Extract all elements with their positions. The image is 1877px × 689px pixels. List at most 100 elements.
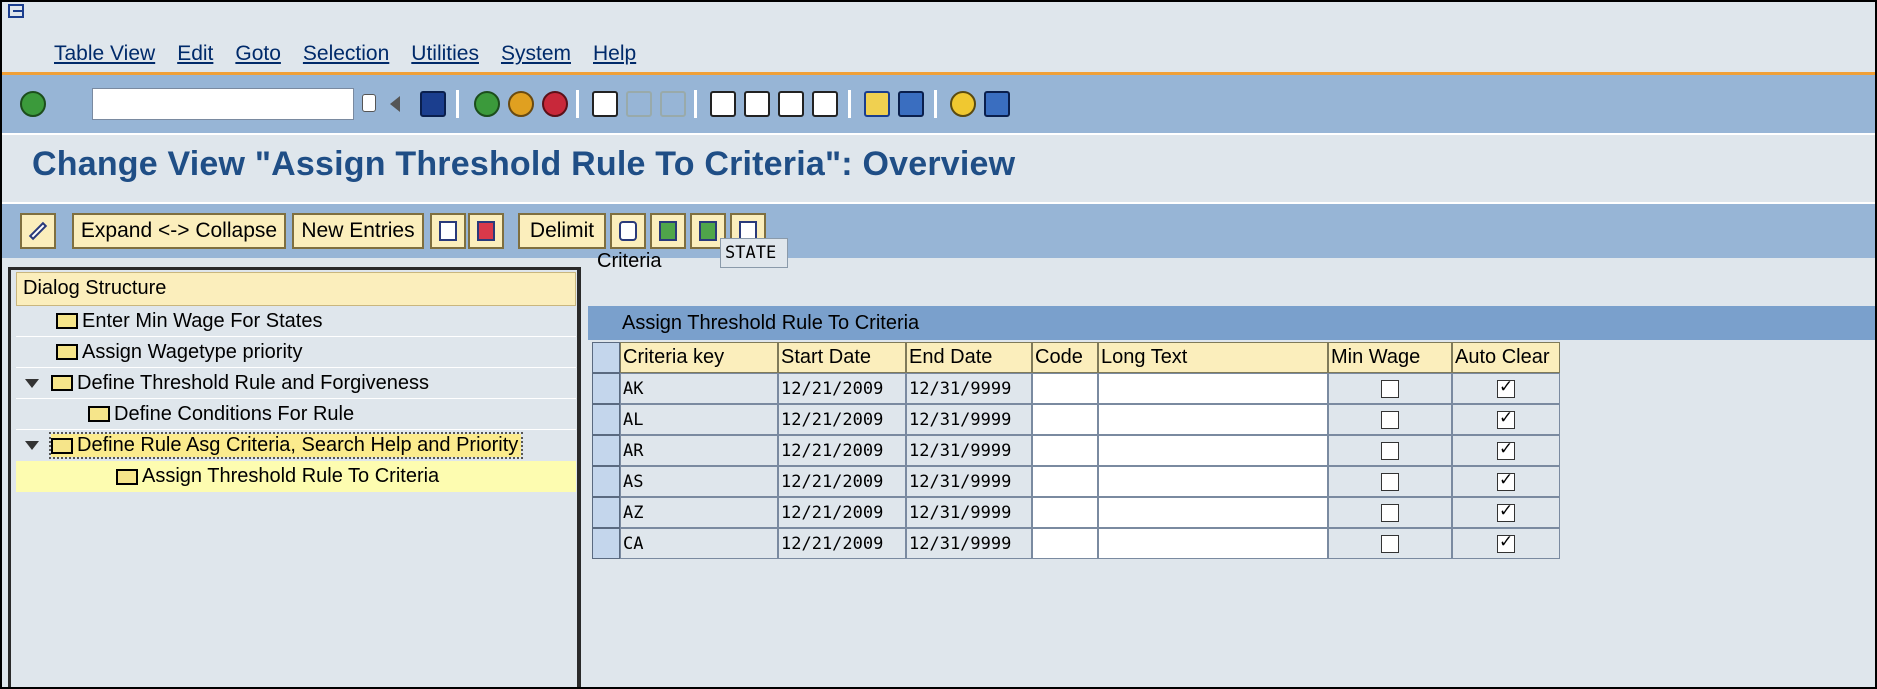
select-all-rows-button[interactable] (592, 342, 620, 373)
back-arrow-icon[interactable] (390, 96, 400, 112)
command-field[interactable] (92, 88, 354, 120)
cell-auto-clear (1452, 404, 1560, 435)
menu-system[interactable]: System (501, 42, 571, 66)
expand-triangle-icon[interactable] (25, 441, 39, 450)
min-wage-checkbox[interactable] (1381, 379, 1399, 398)
exit-icon[interactable] (508, 91, 534, 117)
cell-code[interactable] (1032, 404, 1098, 435)
row-selector[interactable] (592, 497, 620, 528)
cell-min-wage (1328, 497, 1452, 528)
menu-table-view[interactable]: Table View (54, 42, 155, 66)
column-header-end-date[interactable]: End Date (906, 342, 1032, 373)
delimit-button[interactable]: Delimit (518, 213, 606, 249)
cell-long-text[interactable] (1098, 466, 1328, 497)
command-history-icon[interactable] (362, 94, 376, 112)
menu-selection[interactable]: Selection (303, 42, 389, 66)
display-change-icon[interactable] (20, 213, 56, 249)
cell-key: AL (620, 404, 778, 435)
select-all-icon[interactable] (650, 213, 686, 249)
create-shortcut-icon[interactable] (898, 91, 924, 117)
tree-item-label: Assign Wagetype priority (82, 340, 303, 363)
new-session-icon[interactable] (864, 91, 890, 117)
expand-collapse-button[interactable]: Expand <-> Collapse (72, 213, 286, 249)
row-selector[interactable] (592, 466, 620, 497)
cell-code[interactable] (1032, 497, 1098, 528)
cell-code[interactable] (1032, 528, 1098, 559)
tree-item-min-wage[interactable]: Enter Min Wage For States (16, 306, 576, 337)
cell-end: 12/31/9999 (906, 497, 1032, 528)
cell-long-text[interactable] (1098, 373, 1328, 404)
cell-code[interactable] (1032, 466, 1098, 497)
toolbar-separator (934, 90, 937, 118)
cell-code[interactable] (1032, 435, 1098, 466)
column-header-long-text[interactable]: Long Text (1098, 342, 1328, 373)
menu-utilities[interactable]: Utilities (411, 42, 479, 66)
min-wage-checkbox[interactable] (1381, 503, 1399, 522)
page-title: Change View "Assign Threshold Rule To Cr… (32, 145, 1016, 183)
column-header-min-wage[interactable]: Min Wage (1328, 342, 1452, 373)
tree-item-rule-asg-criteria[interactable]: Define Rule Asg Criteria, Search Help an… (16, 430, 576, 461)
row-selector[interactable] (592, 373, 620, 404)
cell-auto-clear (1452, 435, 1560, 466)
previous-page-icon[interactable] (744, 91, 770, 117)
cell-long-text[interactable] (1098, 528, 1328, 559)
new-entries-button[interactable]: New Entries (292, 213, 424, 249)
auto-clear-checkbox[interactable] (1497, 377, 1515, 398)
tree-item-threshold-rule[interactable]: Define Threshold Rule and Forgiveness (16, 368, 576, 399)
row-selector[interactable] (592, 404, 620, 435)
cell-long-text[interactable] (1098, 404, 1328, 435)
column-header-code[interactable]: Code (1032, 342, 1098, 373)
cell-key: AS (620, 466, 778, 497)
cell-min-wage (1328, 373, 1452, 404)
last-page-icon[interactable] (812, 91, 838, 117)
row-selector[interactable] (592, 528, 620, 559)
tree-item-wagetype-priority[interactable]: Assign Wagetype priority (16, 337, 576, 368)
menu-items: Table View Edit Goto Selection Utilities… (54, 42, 658, 66)
title-top-line (2, 133, 1875, 135)
system-menu-icon[interactable] (8, 4, 24, 18)
min-wage-checkbox[interactable] (1381, 441, 1399, 460)
cancel-icon[interactable] (542, 91, 568, 117)
print-icon[interactable] (592, 91, 618, 117)
row-selector[interactable] (592, 435, 620, 466)
folder-icon (51, 375, 73, 391)
copy-as-icon[interactable] (430, 213, 466, 249)
auto-clear-checkbox[interactable] (1497, 439, 1515, 460)
column-header-criteria-key[interactable]: Criteria key (620, 342, 778, 373)
min-wage-checkbox[interactable] (1381, 410, 1399, 429)
next-page-icon[interactable] (778, 91, 804, 117)
menu-help[interactable]: Help (593, 42, 636, 66)
min-wage-checkbox[interactable] (1381, 534, 1399, 553)
tree-item-assign-threshold[interactable]: Assign Threshold Rule To Criteria (16, 461, 576, 492)
tree-item-label: Enter Min Wage For States (82, 309, 323, 332)
column-header-auto-clear[interactable]: Auto Clear (1452, 342, 1560, 373)
toolbar-separator (576, 90, 579, 118)
first-page-icon[interactable] (710, 91, 736, 117)
auto-clear-checkbox[interactable] (1497, 408, 1515, 429)
cell-long-text[interactable] (1098, 497, 1328, 528)
auto-clear-checkbox[interactable] (1497, 501, 1515, 522)
auto-clear-checkbox[interactable] (1497, 532, 1515, 553)
menu-edit[interactable]: Edit (177, 42, 213, 66)
delete-icon[interactable] (468, 213, 504, 249)
cell-end: 12/31/9999 (906, 466, 1032, 497)
cell-end: 12/31/9999 (906, 435, 1032, 466)
cell-auto-clear (1452, 528, 1560, 559)
column-header-start-date[interactable]: Start Date (778, 342, 906, 373)
expand-triangle-icon[interactable] (25, 378, 39, 388)
layout-menu-icon[interactable] (984, 91, 1010, 117)
cell-start: 12/21/2009 (778, 528, 906, 559)
auto-clear-checkbox[interactable] (1497, 470, 1515, 491)
help-icon[interactable] (950, 91, 976, 117)
menu-goto[interactable]: Goto (235, 42, 281, 66)
min-wage-checkbox[interactable] (1381, 472, 1399, 491)
tree-item-conditions[interactable]: Define Conditions For Rule (16, 399, 576, 430)
undo-change-icon[interactable] (610, 213, 646, 249)
cell-long-text[interactable] (1098, 435, 1328, 466)
enter-icon[interactable] (20, 91, 46, 117)
sap-window: Table View Edit Goto Selection Utilities… (0, 0, 1877, 689)
back-icon[interactable] (474, 91, 500, 117)
cell-code[interactable] (1032, 373, 1098, 404)
save-icon[interactable] (420, 91, 446, 117)
cell-key: AZ (620, 497, 778, 528)
